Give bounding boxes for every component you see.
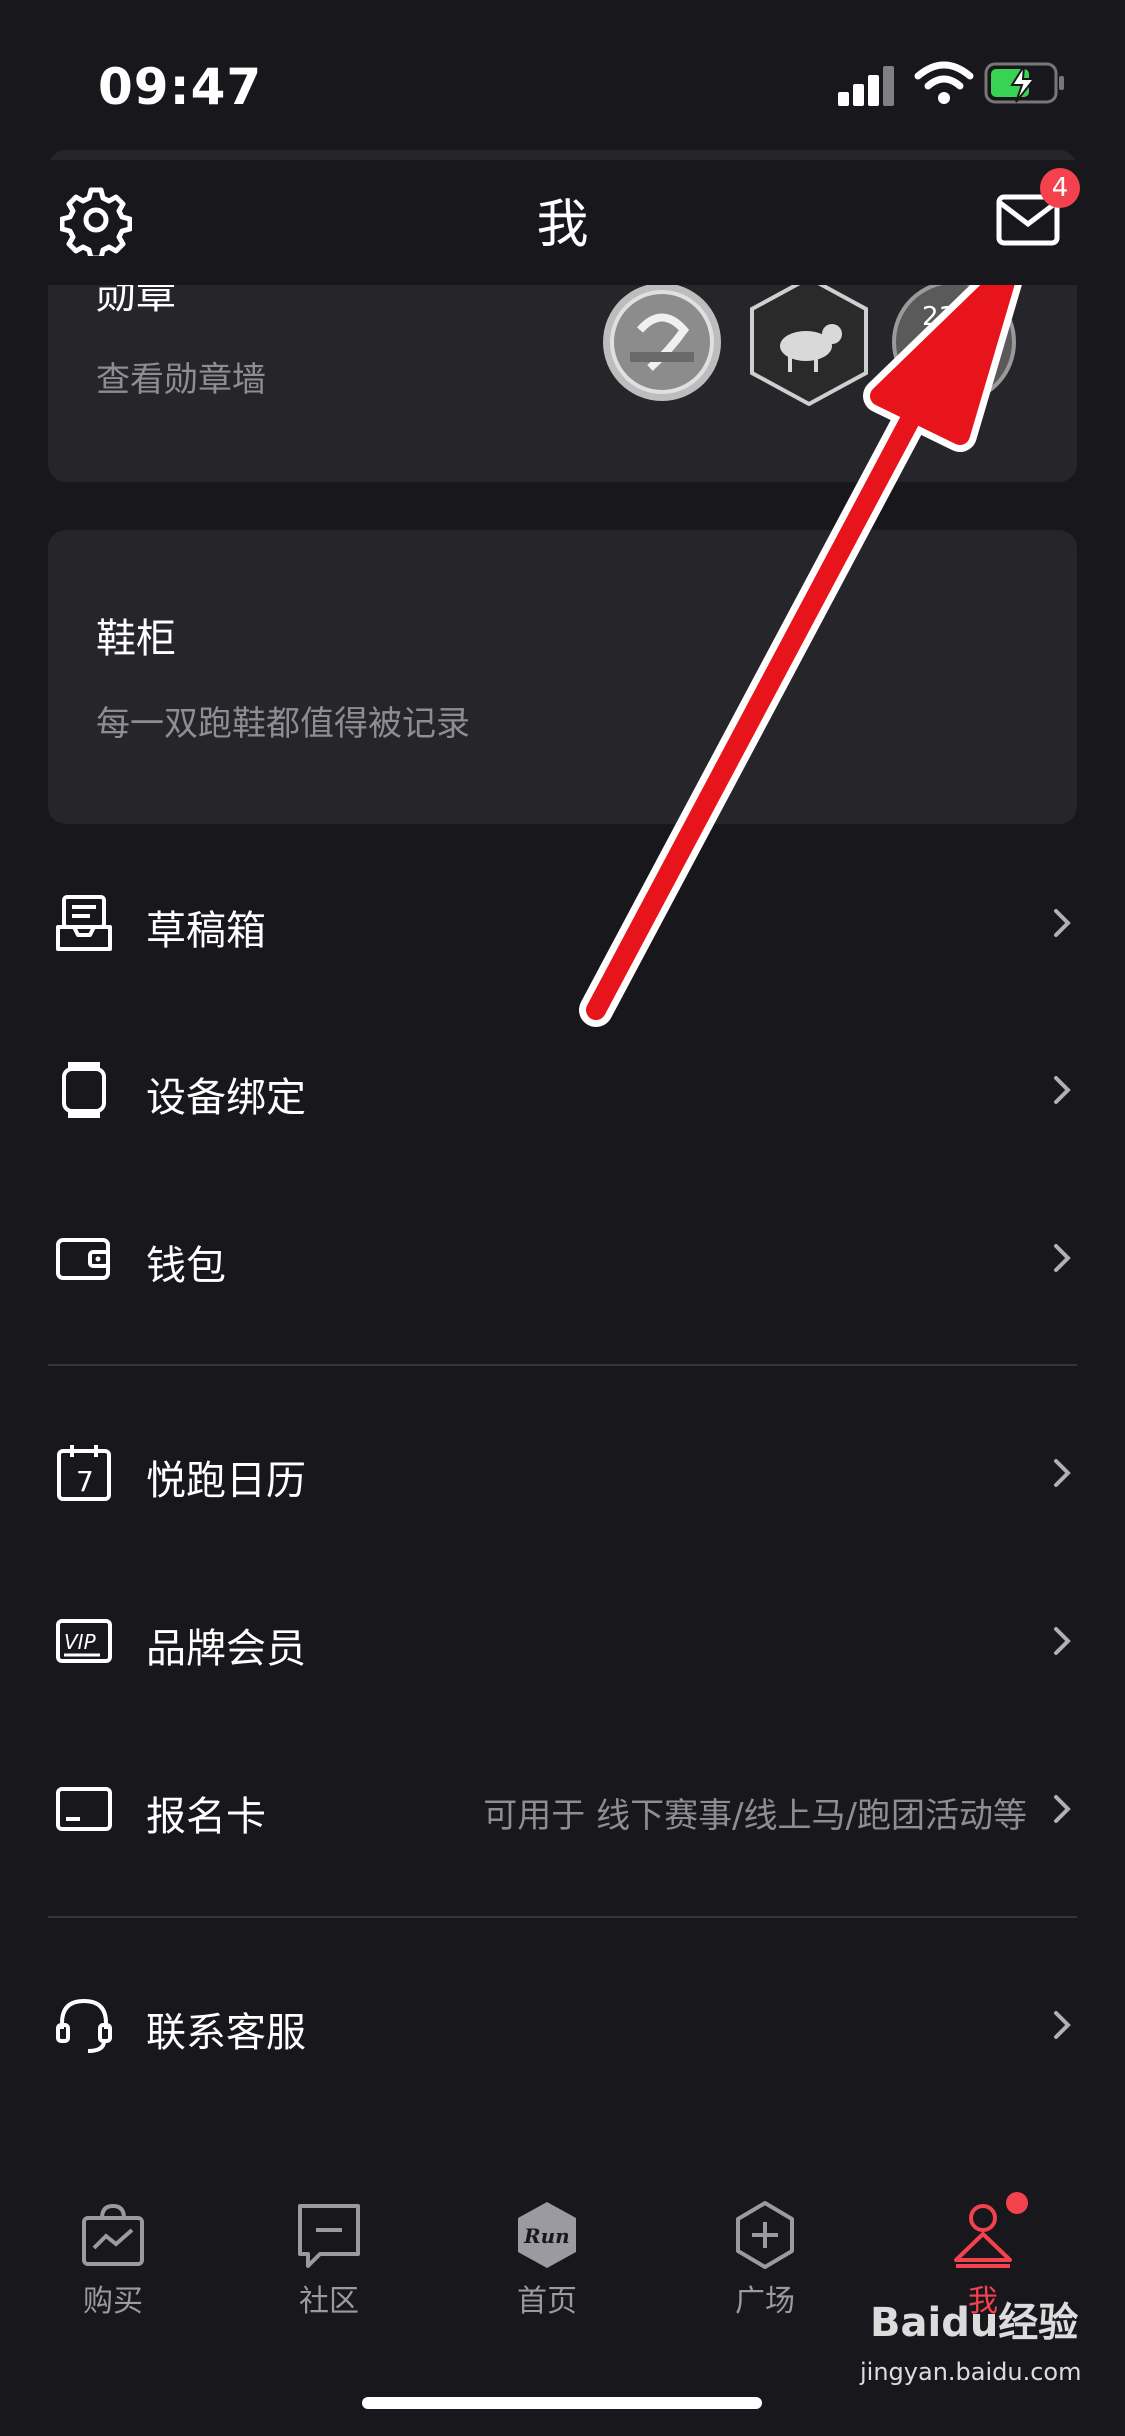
profile-icon: [954, 2204, 1012, 2268]
home-indicator: [362, 2397, 762, 2409]
menu-row-device-binding[interactable]: 设备绑定: [48, 1035, 1077, 1145]
plus-circle-icon: [736, 2201, 794, 2269]
drafts-icon: [56, 895, 112, 951]
menu-label-calendar: 悦跑日历: [146, 1458, 306, 1504]
shoe-card-subtitle: 每一双跑鞋都值得被记录: [96, 704, 470, 744]
baidu-watermark-url: jingyan.baidu.com: [860, 2358, 1082, 2386]
page-title: 我: [536, 195, 589, 255]
tab-label-square: 广场: [735, 2284, 795, 2319]
card-icon: [56, 1787, 112, 1831]
menu-row-calendar[interactable]: 7 悦跑日历: [48, 1418, 1077, 1528]
svg-text:7: 7: [76, 1465, 94, 1498]
menu-row-brand-member[interactable]: VIP 品牌会员: [48, 1586, 1077, 1696]
chevron-right-icon: [1054, 1627, 1071, 1655]
annotation-arrow-icon: [579, 255, 1025, 1027]
chevron-right-icon: [1054, 1076, 1071, 1104]
section-divider: [48, 1916, 1077, 1918]
wifi-icon: [914, 61, 974, 104]
tab-label-buy: 购买: [83, 2284, 143, 2319]
menu-label-registration-card: 报名卡: [146, 1794, 266, 1840]
calendar-icon: 7: [57, 1445, 111, 1501]
chevron-right-icon: [1054, 909, 1071, 937]
tab-square[interactable]: 广场: [690, 2200, 840, 2330]
menu-label-drafts: 草稿箱: [146, 908, 266, 954]
vip-icon: VIP: [56, 1619, 112, 1663]
signal-icon: [838, 62, 898, 106]
shopping-bag-icon: [82, 2203, 144, 2266]
menu-row-wallet[interactable]: 钱包: [48, 1203, 1077, 1313]
menu-label-customer-service: 联系客服: [146, 2010, 306, 2056]
chevron-right-icon: [1054, 1459, 1071, 1487]
svg-text:Run: Run: [523, 2224, 570, 2248]
battery-icon: [984, 62, 1064, 104]
tab-home[interactable]: Run 首页: [472, 2200, 622, 2330]
registration-card-hint: 可用于 线下赛事/线上马/跑团活动等: [483, 1796, 1027, 1836]
medal-card-subtitle: 查看勋章墙: [96, 360, 266, 400]
tab-buy[interactable]: 购买: [38, 2200, 188, 2330]
chevron-right-icon: [1054, 2011, 1071, 2039]
wallet-icon: [56, 1238, 110, 1280]
chat-icon: [298, 2204, 360, 2268]
svg-text:VIP: VIP: [64, 1630, 97, 1654]
top-header: 我 4: [0, 160, 1125, 285]
message-badge: 4: [1040, 168, 1080, 208]
baidu-watermark: Baidu经验: [870, 2300, 1079, 2346]
section-divider: [48, 1364, 1077, 1366]
tab-label-home: 首页: [517, 2284, 577, 2319]
menu-row-registration-card[interactable]: 报名卡 可用于 线下赛事/线上马/跑团活动等: [48, 1754, 1077, 1864]
menu-label-brand-member: 品牌会员: [146, 1626, 306, 1672]
chevron-right-icon: [1054, 1244, 1071, 1272]
tab-label-community: 社区: [299, 2284, 359, 2319]
chevron-right-icon: [1054, 1795, 1071, 1823]
status-time: 09:47: [98, 58, 263, 116]
menu-label-wallet: 钱包: [146, 1243, 226, 1289]
headset-icon: [56, 1998, 112, 2053]
shoe-card-title: 鞋柜: [96, 616, 176, 662]
tab-community[interactable]: 社区: [254, 2200, 404, 2330]
run-logo-icon: Run: [518, 2202, 576, 2268]
watch-icon: [62, 1062, 106, 1118]
menu-row-customer-service[interactable]: 联系客服: [48, 1970, 1077, 2080]
menu-label-device-binding: 设备绑定: [146, 1075, 306, 1121]
tab-me-notification-dot: [1006, 2192, 1028, 2214]
